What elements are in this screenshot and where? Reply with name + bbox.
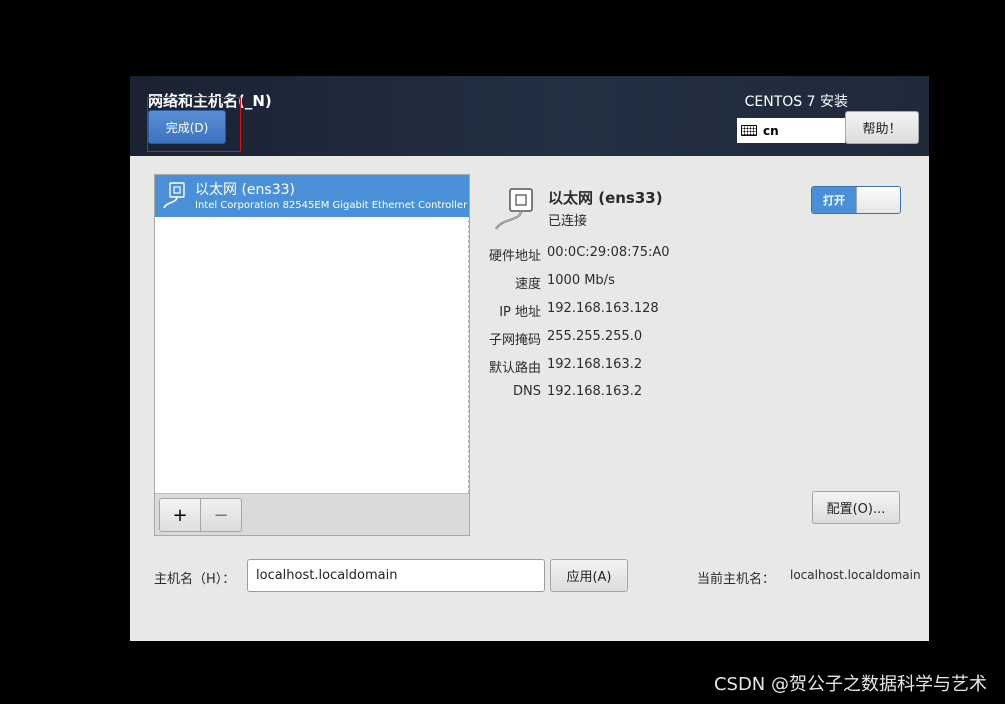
connection-description: Intel Corporation 82545EM Gigabit Ethern… — [195, 200, 469, 211]
connection-name: 以太网 (ens33) — [195, 182, 295, 198]
watermark-text: CSDN @贺公子之数据科学与艺术 — [713, 674, 987, 695]
list-item-ens33[interactable]: 以太网 (ens33) Intel Corporation 82545EM Gi… — [155, 175, 469, 217]
screen: 网络和主机名(_N) 完成(D) CENTOS 7 安装 cn 帮助！ 以太网 … — [0, 0, 1005, 704]
speed-label: 速度 — [514, 277, 541, 292]
detail-connection-status: 已连接 — [548, 214, 588, 229]
product-title: CENTOS 7 安装 — [744, 94, 848, 110]
dns-label: DNS — [513, 384, 541, 399]
keyboard-layout-indicator[interactable]: cn — [737, 118, 845, 143]
configure-button[interactable]: 配置(O)... — [812, 491, 900, 524]
keyboard-icon — [741, 125, 757, 136]
header-bar: 网络和主机名(_N) 完成(D) CENTOS 7 安装 cn 帮助！ — [130, 76, 929, 156]
ip-address-value: 192.168.163.128 — [547, 301, 659, 316]
subnet-mask-value: 255.255.255.0 — [547, 329, 643, 344]
connection-toggle-switch[interactable]: 打开 — [811, 186, 901, 214]
current-hostname-value: localhost.localdomain — [790, 568, 921, 582]
hostname-input[interactable] — [247, 559, 545, 592]
detail-connection-name: 以太网 (ens33) — [548, 189, 663, 207]
switch-knob — [856, 187, 900, 213]
hardware-address-label: 硬件地址 — [488, 249, 541, 264]
default-route-value: 192.168.163.2 — [547, 357, 643, 372]
remove-connection-button[interactable]: − — [200, 498, 242, 532]
keyboard-layout-label: cn — [763, 123, 779, 138]
hostname-label: 主机名（H）： — [154, 572, 236, 587]
annotation-highlight-box — [147, 97, 241, 152]
connection-list-toolbar: + − — [155, 493, 469, 535]
hardware-address-value: 00:0C:29:08:75:A0 — [547, 245, 670, 260]
installer-window: 网络和主机名(_N) 完成(D) CENTOS 7 安装 cn 帮助！ 以太网 … — [130, 76, 929, 641]
switch-on-label: 打开 — [812, 187, 856, 213]
dns-value: 192.168.163.2 — [547, 384, 643, 399]
ethernet-icon — [495, 188, 533, 230]
speed-value: 1000 Mb/s — [547, 273, 615, 288]
subnet-mask-label: 子网掩码 — [488, 333, 541, 348]
connection-list: 以太网 (ens33) Intel Corporation 82545EM Gi… — [155, 175, 469, 493]
ip-address-label: IP 地址 — [499, 305, 541, 320]
help-button[interactable]: 帮助！ — [845, 111, 919, 144]
default-route-label: 默认路由 — [488, 361, 541, 376]
connection-list-panel: 以太网 (ens33) Intel Corporation 82545EM Gi… — [154, 174, 470, 536]
current-hostname-label: 当前主机名： — [697, 572, 776, 587]
add-connection-button[interactable]: + — [159, 498, 201, 532]
apply-hostname-button[interactable]: 应用(A) — [550, 559, 628, 592]
ethernet-icon — [163, 182, 185, 209]
